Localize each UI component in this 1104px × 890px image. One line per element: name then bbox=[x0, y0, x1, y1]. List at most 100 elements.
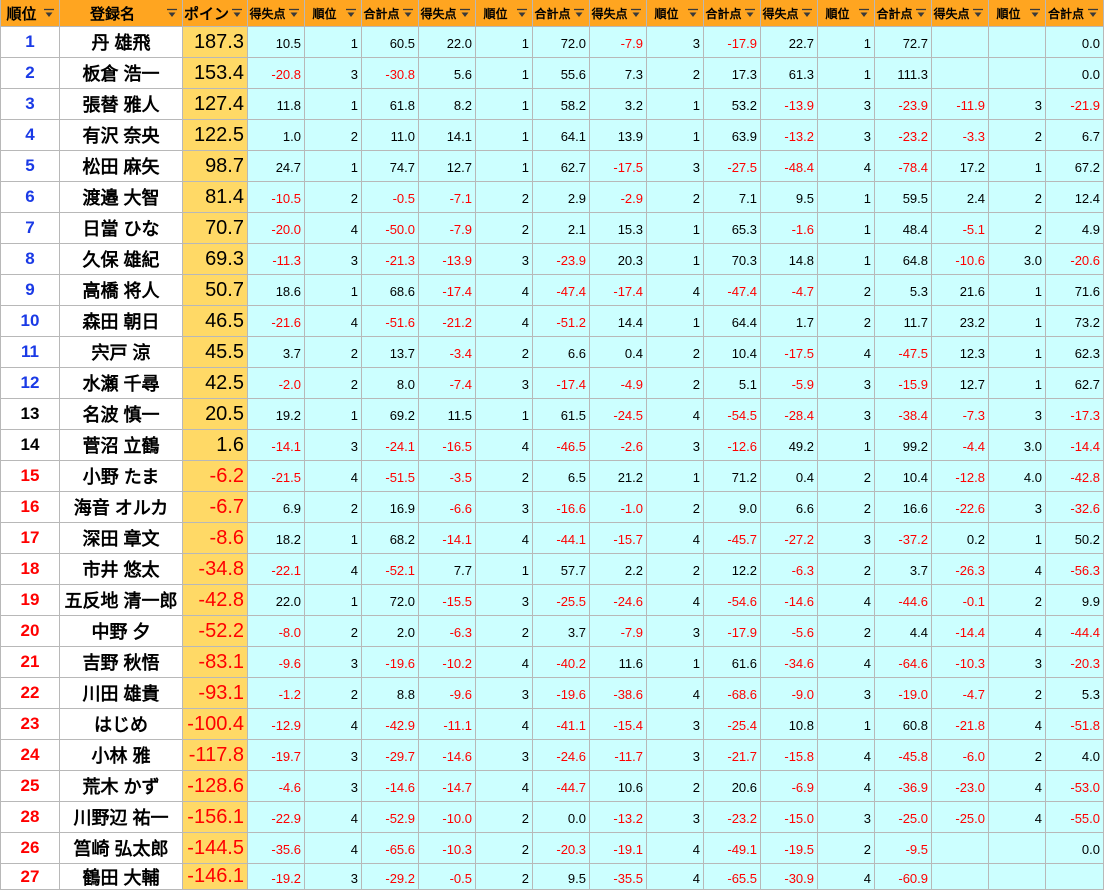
rank-cell[interactable]: 8 bbox=[0, 244, 60, 275]
goal-diff-cell[interactable]: 12.7 bbox=[932, 368, 989, 399]
total-cell[interactable]: 10.4 bbox=[704, 337, 761, 368]
goal-diff-cell[interactable]: 49.2 bbox=[761, 430, 818, 461]
total-cell[interactable]: -20.3 bbox=[533, 833, 590, 864]
goal-diff-cell[interactable]: -14.1 bbox=[419, 523, 476, 554]
goal-diff-cell[interactable]: -7.3 bbox=[932, 399, 989, 430]
point-cell[interactable]: 50.7 bbox=[183, 275, 248, 306]
goal-diff-cell[interactable]: -19.5 bbox=[761, 833, 818, 864]
goal-diff-cell[interactable]: 19.2 bbox=[248, 399, 305, 430]
position-cell[interactable]: 3 bbox=[305, 647, 362, 678]
total-cell[interactable]: 6.5 bbox=[533, 461, 590, 492]
goal-diff-cell[interactable]: -14.4 bbox=[932, 616, 989, 647]
rank-cell[interactable]: 21 bbox=[0, 647, 60, 678]
goal-diff-cell[interactable]: -13.2 bbox=[761, 120, 818, 151]
goal-diff-cell[interactable]: 2.4 bbox=[932, 182, 989, 213]
rank-cell[interactable]: 15 bbox=[0, 461, 60, 492]
position-cell[interactable]: 3 bbox=[305, 430, 362, 461]
total-cell[interactable]: -29.2 bbox=[362, 864, 419, 890]
position-cell[interactable]: 4 bbox=[647, 833, 704, 864]
position-cell[interactable]: 3 bbox=[476, 492, 533, 523]
position-cell[interactable]: 1 bbox=[305, 399, 362, 430]
total-cell[interactable]: 72.0 bbox=[362, 585, 419, 616]
total-cell[interactable]: 71.6 bbox=[1046, 275, 1104, 306]
name-cell[interactable]: 森田 朝日 bbox=[60, 306, 183, 337]
position-cell[interactable]: 3 bbox=[818, 678, 875, 709]
position-cell[interactable]: 4 bbox=[647, 399, 704, 430]
goal-diff-cell[interactable]: -20.0 bbox=[248, 213, 305, 244]
total-cell[interactable]: -56.3 bbox=[1046, 554, 1104, 585]
position-cell[interactable]: 3 bbox=[647, 709, 704, 740]
total-cell[interactable]: -36.9 bbox=[875, 771, 932, 802]
goal-diff-cell[interactable]: 23.2 bbox=[932, 306, 989, 337]
total-cell[interactable]: -25.0 bbox=[875, 802, 932, 833]
filter-dropdown-icon[interactable] bbox=[458, 6, 472, 20]
position-cell[interactable]: 1 bbox=[476, 554, 533, 585]
goal-diff-cell[interactable]: -6.6 bbox=[419, 492, 476, 523]
point-cell[interactable]: -128.6 bbox=[183, 771, 248, 802]
goal-diff-cell[interactable]: -0.1 bbox=[932, 585, 989, 616]
filter-dropdown-icon[interactable] bbox=[743, 6, 757, 20]
goal-diff-cell[interactable]: 22.7 bbox=[761, 27, 818, 58]
goal-diff-cell[interactable]: 13.9 bbox=[590, 120, 647, 151]
total-cell[interactable]: -45.8 bbox=[875, 740, 932, 771]
goal-diff-cell[interactable]: -9.6 bbox=[248, 647, 305, 678]
position-cell[interactable]: 1 bbox=[476, 27, 533, 58]
position-cell[interactable]: 4 bbox=[305, 461, 362, 492]
position-cell[interactable]: 4 bbox=[476, 647, 533, 678]
filter-dropdown-icon[interactable] bbox=[857, 6, 871, 20]
goal-diff-cell[interactable]: -28.4 bbox=[761, 399, 818, 430]
total-cell[interactable]: 0.0 bbox=[1046, 58, 1104, 89]
name-cell[interactable]: 松田 麻矢 bbox=[60, 151, 183, 182]
goal-diff-cell[interactable]: -14.1 bbox=[248, 430, 305, 461]
goal-diff-cell[interactable]: -4.6 bbox=[248, 771, 305, 802]
point-cell[interactable]: -100.4 bbox=[183, 709, 248, 740]
goal-diff-cell[interactable]: -9.6 bbox=[419, 678, 476, 709]
position-cell[interactable]: 3 bbox=[989, 399, 1046, 430]
rank-cell[interactable]: 7 bbox=[0, 213, 60, 244]
total-cell[interactable]: -44.1 bbox=[533, 523, 590, 554]
goal-diff-cell[interactable]: -4.7 bbox=[761, 275, 818, 306]
position-cell[interactable]: 4 bbox=[818, 151, 875, 182]
name-cell[interactable]: 水瀬 千尋 bbox=[60, 368, 183, 399]
total-cell[interactable]: 8.8 bbox=[362, 678, 419, 709]
total-cell[interactable]: 64.4 bbox=[704, 306, 761, 337]
goal-diff-cell[interactable]: -21.8 bbox=[932, 709, 989, 740]
total-cell[interactable]: 2.1 bbox=[533, 213, 590, 244]
name-cell[interactable]: 五反地 清一郎 bbox=[60, 585, 183, 616]
total-cell[interactable]: 74.7 bbox=[362, 151, 419, 182]
total-cell[interactable]: 12.2 bbox=[704, 554, 761, 585]
position-cell[interactable]: 4 bbox=[476, 523, 533, 554]
filter-dropdown-icon[interactable] bbox=[515, 6, 529, 20]
total-cell[interactable]: -51.2 bbox=[533, 306, 590, 337]
goal-diff-cell[interactable]: -24.5 bbox=[590, 399, 647, 430]
goal-diff-cell[interactable]: -11.1 bbox=[419, 709, 476, 740]
goal-diff-cell[interactable]: -30.9 bbox=[761, 864, 818, 890]
goal-diff-cell[interactable]: -2.0 bbox=[248, 368, 305, 399]
goal-diff-cell[interactable]: -35.5 bbox=[590, 864, 647, 890]
goal-diff-cell[interactable]: 14.4 bbox=[590, 306, 647, 337]
rank-cell[interactable]: 10 bbox=[0, 306, 60, 337]
name-cell[interactable]: 名波 慎一 bbox=[60, 399, 183, 430]
point-cell[interactable]: 20.5 bbox=[183, 399, 248, 430]
goal-diff-cell[interactable]: -11.3 bbox=[248, 244, 305, 275]
filter-dropdown-icon[interactable] bbox=[344, 6, 358, 20]
position-cell[interactable]: 1 bbox=[818, 709, 875, 740]
point-cell[interactable]: -83.1 bbox=[183, 647, 248, 678]
position-cell[interactable]: 3 bbox=[818, 120, 875, 151]
position-cell[interactable]: 4 bbox=[647, 523, 704, 554]
total-cell[interactable]: -24.1 bbox=[362, 430, 419, 461]
goal-diff-cell[interactable]: 11.6 bbox=[590, 647, 647, 678]
total-cell[interactable]: 48.4 bbox=[875, 213, 932, 244]
name-cell[interactable]: 海音 オルカ bbox=[60, 492, 183, 523]
goal-diff-cell[interactable]: 2.2 bbox=[590, 554, 647, 585]
point-cell[interactable]: -52.2 bbox=[183, 616, 248, 647]
goal-diff-cell[interactable]: -12.9 bbox=[248, 709, 305, 740]
goal-diff-cell[interactable]: 12.7 bbox=[419, 151, 476, 182]
rank-cell[interactable]: 23 bbox=[0, 709, 60, 740]
goal-diff-cell[interactable]: 14.8 bbox=[761, 244, 818, 275]
total-cell[interactable]: 73.2 bbox=[1046, 306, 1104, 337]
goal-diff-cell[interactable]: -34.6 bbox=[761, 647, 818, 678]
filter-dropdown-icon[interactable] bbox=[287, 6, 301, 20]
name-cell[interactable]: 宍戸 涼 bbox=[60, 337, 183, 368]
position-cell[interactable]: 1 bbox=[989, 523, 1046, 554]
